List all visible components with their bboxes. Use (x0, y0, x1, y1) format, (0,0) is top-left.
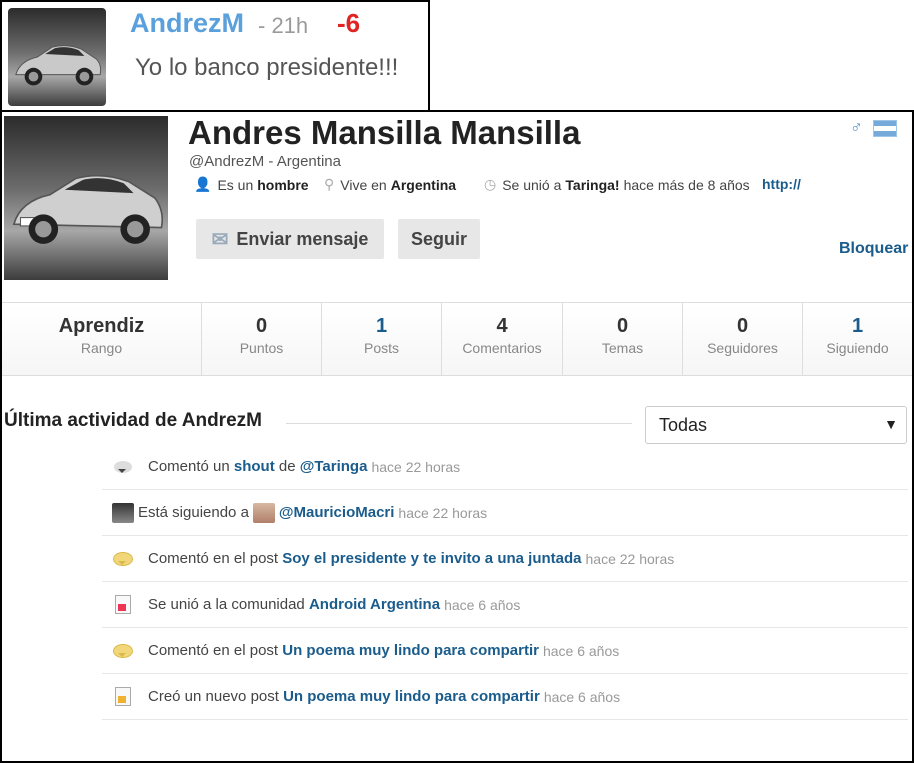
comment-text: Yo lo banco presidente!!! (135, 54, 399, 81)
profile-panel: Andres Mansilla Mansilla @AndrezM - Arge… (0, 110, 914, 763)
profile-avatar (4, 116, 168, 280)
stat-topics: 0 Temas (563, 303, 683, 375)
list-item: Se unió a la comunidad Android Argentina… (102, 582, 908, 628)
profile-badges: ♂ (850, 118, 897, 138)
activity-link[interactable]: shout (234, 458, 275, 475)
activity-time: hace 6 años (444, 596, 521, 613)
activity-link[interactable]: Android Argentina (309, 596, 440, 613)
avatar[interactable] (8, 8, 106, 106)
list-item: Comentó un shout de @Taringa hace 22 hor… (102, 444, 908, 490)
activity-text: Está siguiendo a (138, 504, 249, 521)
stat-value: Aprendiz (58, 315, 145, 337)
profile-name: Andres Mansilla Mansilla (188, 114, 581, 151)
comment-time: - 21h (258, 13, 309, 38)
person-icon: 👤 (194, 176, 212, 192)
comment-score: -6 (337, 8, 361, 38)
activity-filter-select[interactable]: Todas ▼ (645, 406, 907, 444)
block-link[interactable]: Bloquear (839, 240, 908, 258)
avatar[interactable] (252, 502, 275, 523)
list-item: Creó un nuevo post Un poema muy lindo pa… (102, 674, 908, 720)
stat-comments: 4 Comentarios (442, 303, 563, 375)
activity-time: hace 22 horas (371, 458, 461, 475)
stat-value: 0 (616, 315, 629, 337)
activity-link[interactable]: Un poema muy lindo para compartir (282, 642, 539, 659)
list-item: Comentó en el post Un poema muy lindo pa… (102, 628, 908, 674)
follow-button[interactable]: Seguir (398, 219, 480, 259)
activity-time: hace 6 años (543, 688, 621, 705)
gender-prefix: Es un (217, 176, 254, 193)
stat-posts[interactable]: 1 Posts (322, 303, 442, 375)
stat-value: 0 (255, 315, 268, 337)
comment-card: AndrezM - 21h -6 Yo lo banco presidente!… (0, 0, 430, 112)
activity-text: Comentó en el post (148, 642, 279, 659)
stat-value: 4 (496, 315, 508, 337)
location-prefix: Vive en (340, 176, 387, 193)
stat-value: 1 (375, 315, 388, 337)
stat-label: Posts (363, 340, 399, 356)
car-image (15, 45, 102, 86)
activity-time: hace 22 horas (585, 550, 675, 567)
website-link[interactable]: http:// (762, 176, 801, 192)
stat-label: Siguiendo (826, 340, 889, 356)
stat-followers: 0 Seguidores (683, 303, 803, 375)
dropdown-arrow-icon: ▼ (884, 416, 898, 432)
stat-label: Comentarios (462, 340, 542, 356)
website-info: http:// (762, 176, 801, 192)
follow-label: Seguir (410, 228, 467, 249)
activity-link[interactable]: Un poema muy lindo para compartir (283, 688, 540, 705)
clock-icon: ◷ (484, 176, 497, 192)
send-message-label: Enviar mensaje (236, 228, 369, 249)
stats-bar: Aprendiz Rango 0 Puntos 1 Posts 4 Coment… (2, 302, 912, 376)
divider (286, 423, 632, 424)
car-image (12, 174, 164, 244)
activity-time: hace 6 años (542, 642, 620, 659)
activity-feed: Comentó un shout de @Taringa hace 22 hor… (102, 444, 908, 720)
location-value: Argentina (390, 176, 457, 193)
comment-username[interactable]: AndrezM (130, 8, 244, 39)
stat-label: Temas (601, 340, 644, 356)
gender-male-icon: ♂ (850, 118, 863, 137)
gender-value: hombre (257, 176, 309, 193)
stat-points: 0 Puntos (202, 303, 322, 375)
send-message-button[interactable]: ✉ Enviar mensaje (196, 219, 384, 259)
joined-time: hace más de 8 años (623, 176, 750, 193)
joined-prefix: Se unió a (502, 176, 562, 193)
stat-following[interactable]: 1 Siguiendo (803, 303, 912, 375)
envelope-icon: ✉ (211, 228, 229, 251)
activity-text: Comentó en el post (148, 550, 279, 567)
stat-value: 1 (851, 315, 864, 337)
gender-info: 👤 Es un hombre (194, 176, 309, 193)
activity-time: hace 22 horas (398, 504, 488, 521)
profile-handle: @AndrezM - Argentina (189, 153, 341, 170)
stat-rank: Aprendiz Rango (2, 303, 202, 375)
activity-text: Se unió a la comunidad (148, 596, 305, 613)
joined-info: ◷ Se unió a Taringa! hace más de 8 años (484, 176, 750, 193)
activity-title: Última actividad de AndrezM (4, 410, 262, 431)
filter-value: Todas (659, 415, 708, 435)
joined-site: Taringa! (565, 176, 620, 193)
list-item: Está siguiendo a @MauricioMacri hace 22 … (102, 490, 908, 536)
argentina-flag-icon (872, 119, 897, 137)
location-pin-icon: ⚲ (324, 176, 335, 192)
activity-text: Comentó un (148, 458, 230, 475)
activity-link[interactable]: @Taringa (300, 458, 368, 475)
list-item: Comentó en el post Soy el presidente y t… (102, 536, 908, 582)
activity-text: Creó un nuevo post (148, 688, 279, 705)
avatar[interactable] (112, 502, 134, 523)
activity-link[interactable]: @MauricioMacri (279, 504, 395, 521)
activity-text: de (278, 458, 296, 475)
location-info: ⚲ Vive en Argentina (324, 176, 456, 193)
stat-label: Seguidores (707, 340, 778, 356)
community-icon (112, 595, 134, 614)
activity-link[interactable]: Soy el presidente y te invito a una junt… (282, 550, 581, 567)
comment-bubble-icon (112, 458, 134, 476)
comment-bubble-icon (112, 550, 134, 568)
new-post-icon (112, 687, 134, 706)
comment-bubble-icon (112, 642, 134, 660)
stat-label: Puntos (239, 340, 284, 356)
stat-label: Rango (80, 340, 123, 356)
stat-value: 0 (736, 315, 749, 337)
